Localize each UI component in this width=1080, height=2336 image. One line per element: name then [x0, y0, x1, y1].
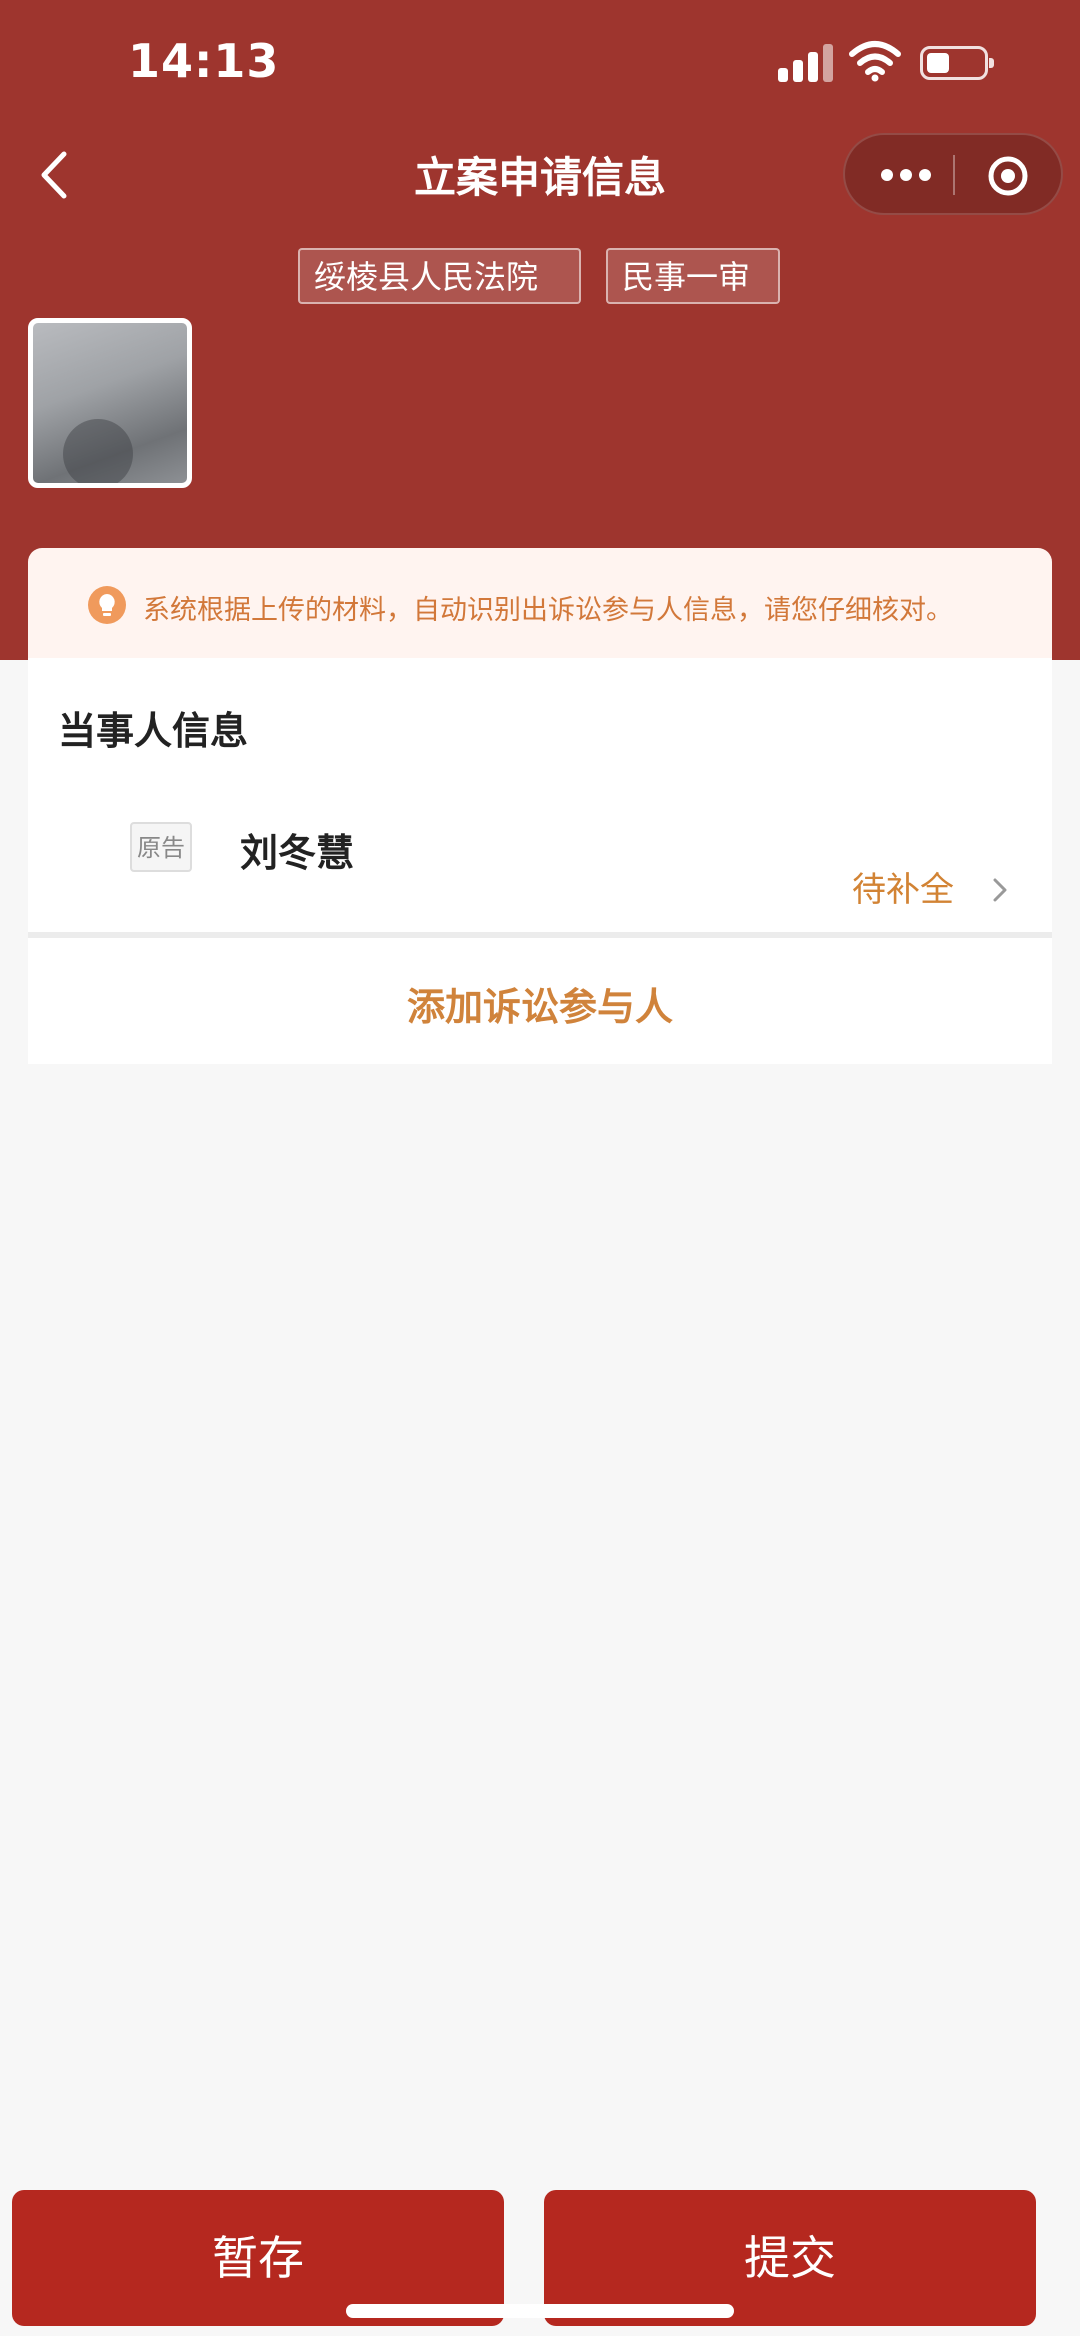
auto-recognition-notice: 系统根据上传的材料，自动识别出诉讼参与人信息，请您仔细核对。	[28, 548, 1052, 658]
mini-program-capsule	[843, 133, 1063, 215]
party-status: 待补全	[852, 870, 954, 910]
notice-text: 系统根据上传的材料，自动识别出诉讼参与人信息，请您仔细核对。	[143, 595, 953, 626]
target-icon[interactable]	[986, 154, 1030, 198]
battery-icon	[920, 46, 994, 80]
more-dots-icon[interactable]	[875, 155, 937, 195]
home-indicator	[346, 2304, 734, 2318]
wifi-icon	[849, 41, 901, 82]
add-participant-button[interactable]: 添加诉讼参与人	[28, 938, 1052, 1064]
capsule-divider	[953, 155, 955, 195]
add-participant-label: 添加诉讼参与人	[406, 985, 673, 1029]
section-title: 当事人信息	[58, 709, 249, 753]
chevron-right-icon	[993, 878, 1007, 902]
party-info-card: 当事人信息 原告 刘冬慧 待补全	[28, 658, 1052, 932]
uploaded-material-thumbnail[interactable]	[28, 318, 192, 488]
status-time: 14:13	[128, 34, 280, 88]
court-tag: 绥棱县人民法院	[298, 248, 581, 304]
role-tag: 原告	[130, 822, 192, 872]
page-title: 立案申请信息	[413, 153, 666, 202]
lightbulb-icon	[88, 586, 126, 624]
party-row[interactable]: 原告 刘冬慧 待补全	[28, 808, 1052, 928]
signal-icon	[778, 42, 834, 82]
back-button[interactable]	[26, 140, 86, 210]
party-name: 刘冬慧	[240, 831, 355, 875]
case-type-tag: 民事一审	[606, 248, 780, 304]
